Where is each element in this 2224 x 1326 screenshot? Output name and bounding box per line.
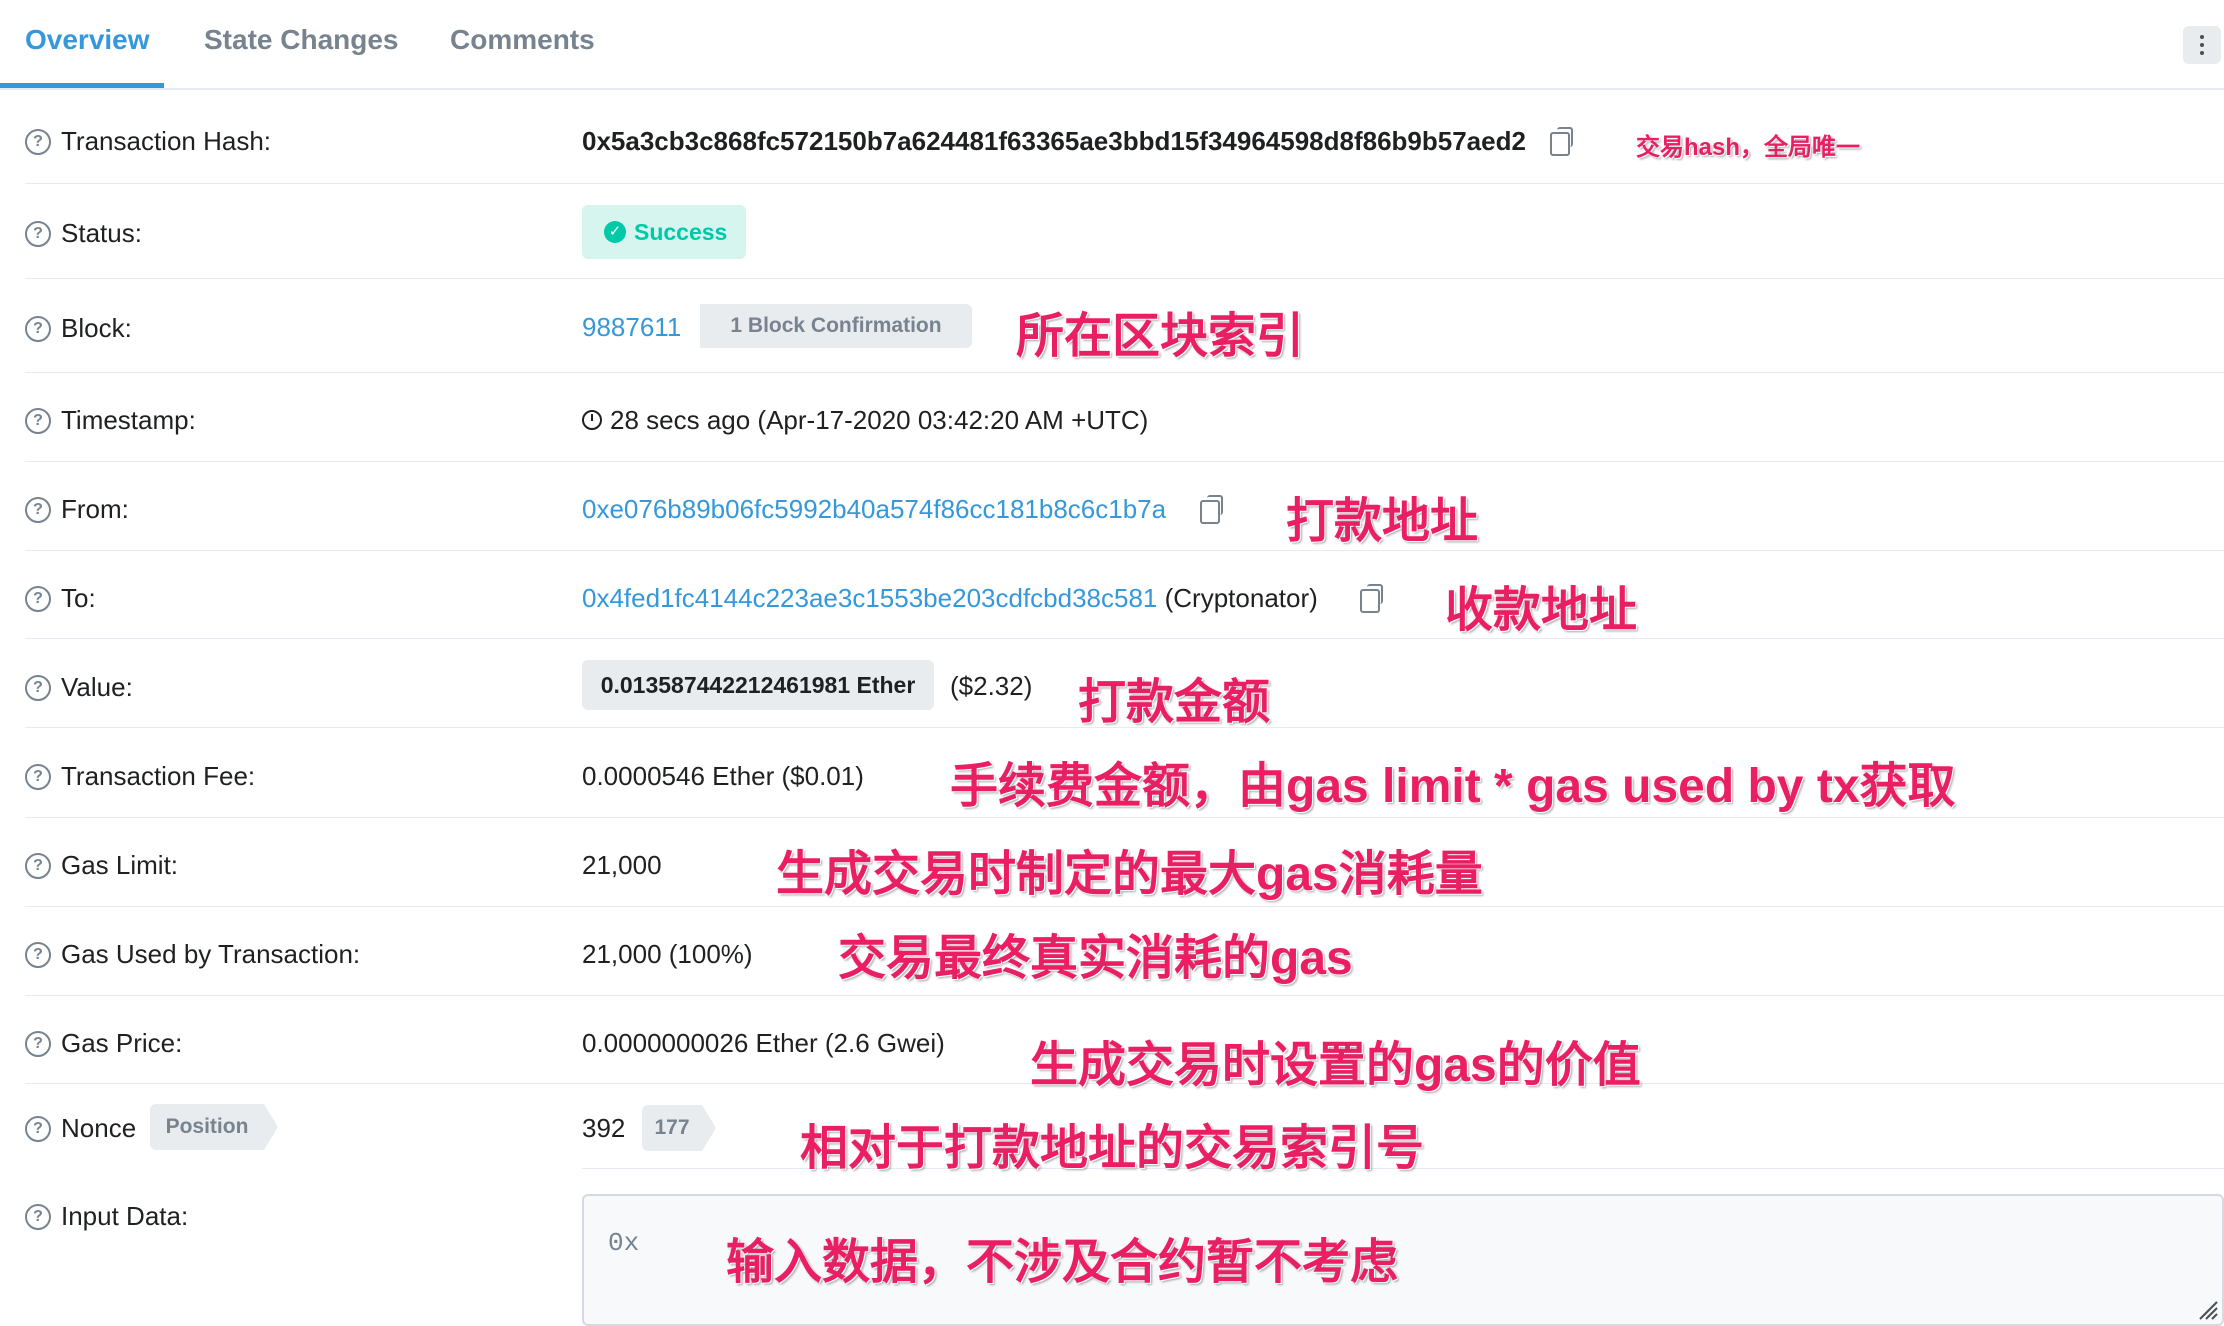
transaction-fee-label: ? Transaction Fee:	[25, 761, 255, 792]
annotation-to: 收款地址	[1445, 584, 1638, 637]
row-divider	[25, 372, 2224, 373]
copy-icon[interactable]	[1360, 584, 1383, 613]
help-icon[interactable]: ?	[25, 674, 51, 701]
status-badge: ✓ Success	[582, 205, 746, 259]
block-confirmation-badge: 1 Block Confirmation	[700, 304, 972, 348]
help-icon[interactable]: ?	[25, 1030, 51, 1057]
help-icon[interactable]: ?	[25, 407, 51, 434]
gas-used-value: 21,000 (100%)	[582, 939, 753, 969]
nonce-value: 392	[582, 1113, 626, 1143]
input-data-value: 0x	[608, 1228, 640, 1258]
from-label: ? From:	[25, 494, 129, 525]
annotation-gas-used: 交易最终真实消耗的gas	[838, 932, 1353, 985]
value-amount-box: 0.013587442212461981 Ether	[582, 660, 934, 710]
check-circle-icon: ✓	[604, 221, 626, 243]
annotation-gas-price: 生成交易时设置的gas的价值	[1030, 1039, 1641, 1092]
row-divider	[25, 550, 2224, 551]
timestamp-value: 28 secs ago (Apr-17-2020 03:42:20 AM +UT…	[582, 405, 1148, 436]
copy-icon[interactable]	[1550, 127, 1573, 156]
to-address-row: 0x4fed1fc4144c223ae3c1553be203cdfcbd38c5…	[582, 583, 1318, 614]
gas-limit-value: 21,000	[582, 850, 662, 880]
annotation-tx-fee: 手续费金额，由gas limit * gas used by tx获取	[950, 760, 1956, 813]
tab-bar: Overview State Changes Comments	[0, 0, 2224, 90]
transaction-fee-value: 0.0000546 Ether ($0.01)	[582, 761, 864, 791]
help-icon[interactable]: ?	[25, 315, 51, 342]
more-options-button[interactable]	[2183, 26, 2221, 64]
transaction-hash-label: ? Transaction Hash:	[25, 126, 271, 157]
annotation-nonce: 相对于打款地址的交易索引号	[800, 1122, 1425, 1175]
gas-used-label: ? Gas Used by Transaction:	[25, 939, 360, 970]
copy-icon[interactable]	[1200, 495, 1223, 524]
clock-icon	[582, 410, 602, 430]
help-icon[interactable]: ?	[25, 220, 51, 247]
to-address-link[interactable]: 0x4fed1fc4144c223ae3c1553be203cdfcbd38c5…	[582, 583, 1157, 613]
row-divider	[25, 278, 2224, 279]
block-label: ? Block:	[25, 313, 132, 344]
from-address-link[interactable]: 0xe076b89b06fc5992b40a574f86cc181b8c6c1b…	[582, 494, 1166, 525]
help-icon[interactable]: ?	[25, 852, 51, 879]
row-divider	[25, 183, 2224, 184]
nonce-label: ? Nonce	[25, 1113, 136, 1144]
row-divider	[25, 638, 2224, 639]
annotation-tx-hash: 交易hash，全局唯一	[1636, 134, 1861, 161]
annotation-block: 所在区块索引	[1016, 310, 1305, 363]
gas-price-value: 0.0000000026 Ether (2.6 Gwei)	[582, 1028, 945, 1058]
annotation-from: 打款地址	[1286, 495, 1479, 548]
input-data-label: ? Input Data:	[25, 1201, 188, 1232]
transaction-hash-value[interactable]: 0x5a3cb3c868fc572150b7a624481f63365ae3bb…	[582, 126, 1526, 157]
row-divider	[25, 995, 2224, 996]
help-icon[interactable]: ?	[25, 585, 51, 612]
tab-comments[interactable]: Comments	[450, 24, 595, 56]
help-icon[interactable]: ?	[25, 763, 51, 790]
resize-handle-icon[interactable]	[2196, 1298, 2218, 1320]
nonce-position-value: 177	[642, 1105, 716, 1151]
help-icon[interactable]: ?	[25, 941, 51, 968]
block-number-link[interactable]: 9887611	[582, 312, 681, 343]
help-icon[interactable]: ?	[25, 1203, 51, 1230]
gas-price-label: ? Gas Price:	[25, 1028, 182, 1059]
timestamp-label: ? Timestamp:	[25, 405, 196, 436]
value-label: ? Value:	[25, 672, 133, 703]
more-dots-icon	[2200, 35, 2204, 39]
row-divider	[25, 817, 2224, 818]
annotation-gas-limit: 生成交易时制定的最大gas消耗量	[776, 848, 1483, 901]
status-label: ? Status:	[25, 218, 142, 249]
value-usd: ($2.32)	[950, 671, 1033, 701]
row-divider	[25, 906, 2224, 907]
annotation-input-data: 输入数据，不涉及合约暂不考虑	[726, 1236, 1399, 1289]
row-divider	[25, 461, 2224, 462]
nonce-position-tag: Position	[150, 1104, 278, 1150]
to-name-tag: (Cryptonator)	[1164, 583, 1318, 613]
help-icon[interactable]: ?	[25, 128, 51, 155]
to-label: ? To:	[25, 583, 96, 614]
tab-overview[interactable]: Overview	[25, 24, 150, 56]
annotation-value: 打款金额	[1078, 676, 1271, 729]
tab-state-changes[interactable]: State Changes	[204, 24, 399, 56]
active-tab-indicator	[0, 83, 164, 88]
help-icon[interactable]: ?	[25, 496, 51, 523]
gas-limit-label: ? Gas Limit:	[25, 850, 178, 881]
help-icon[interactable]: ?	[25, 1115, 51, 1142]
